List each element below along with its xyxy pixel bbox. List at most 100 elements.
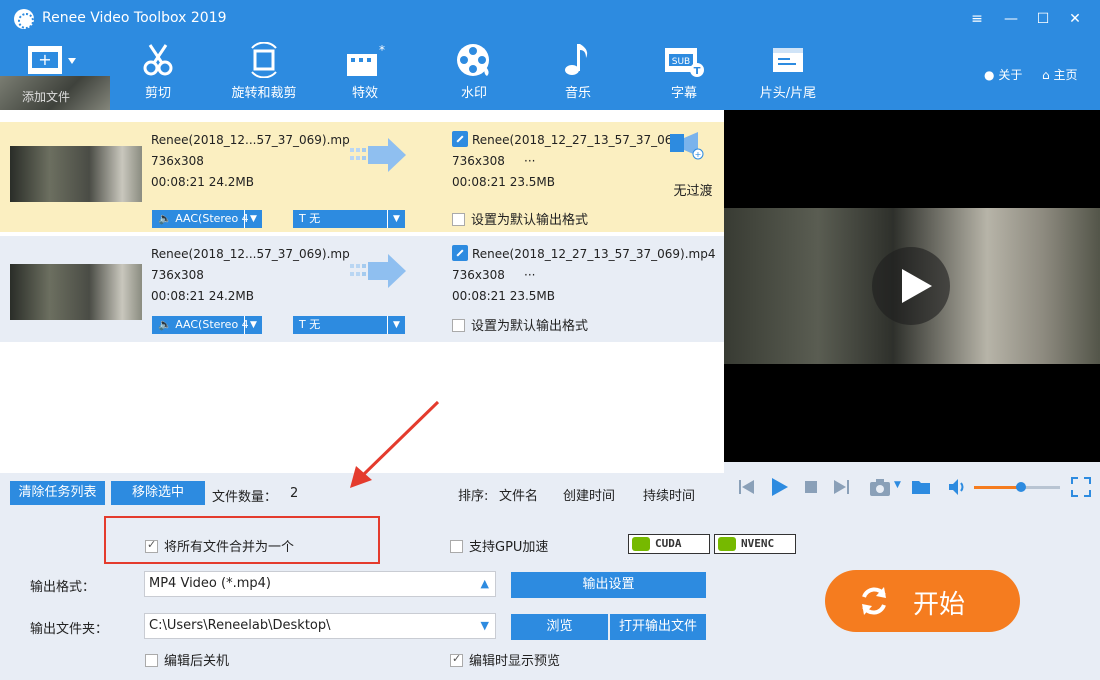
- audio-track-dropdown[interactable]: 🔈 AAC(Stereo 4 ▼: [152, 316, 262, 334]
- subtitle-label: 字幕: [670, 86, 697, 101]
- output-more[interactable]: ···: [524, 268, 535, 282]
- watermark-tool[interactable]: 水印: [424, 42, 524, 106]
- intro-outro-tool[interactable]: 片头/片尾: [738, 42, 838, 106]
- cuda-badge: CUDA: [628, 534, 710, 554]
- output-settings-button[interactable]: 输出设置: [511, 572, 706, 598]
- remove-selected-button[interactable]: 移除选中: [111, 481, 205, 505]
- effects-label: 特效: [351, 86, 378, 101]
- browse-button[interactable]: 浏览: [511, 614, 608, 640]
- add-file-label: 添加文件: [22, 90, 71, 104]
- scissors-icon: [143, 44, 173, 76]
- audio-track-value: AAC(Stereo 4: [175, 212, 249, 225]
- output-duration-size: 00:08:21 23.5MB: [452, 289, 556, 303]
- output-info: Renee(2018_12_27_13_57_37_06 736x308 ···…: [452, 130, 672, 193]
- menu-icon[interactable]: ≡: [966, 8, 988, 30]
- chevron-down-icon: ▼: [387, 316, 405, 334]
- clear-list-button[interactable]: 清除任务列表: [10, 481, 105, 505]
- rotate-crop-tool[interactable]: 旋转和裁剪: [214, 42, 314, 106]
- audio-track-dropdown[interactable]: 🔈 AAC(Stereo 4 ▼: [152, 210, 262, 228]
- music-note-icon: [565, 44, 588, 75]
- video-thumbnail: [10, 146, 142, 202]
- file-row[interactable]: Renee(2018_12...57_37_069).mp 736x308 00…: [0, 236, 724, 342]
- start-button[interactable]: 开始: [825, 570, 1020, 632]
- watermark-label: 水印: [460, 86, 487, 101]
- home-label: 主页: [1053, 68, 1078, 82]
- output-format-value: MP4 Video (*.mp4): [149, 576, 271, 591]
- sort-by-created[interactable]: 创建时间: [563, 485, 615, 504]
- output-filename: Renee(2018_12_27_13_57_37_069).mp4: [472, 247, 716, 261]
- effects-tool[interactable]: * 特效: [315, 42, 415, 106]
- text-icon: T: [299, 212, 306, 225]
- home-icon: ⌂: [1042, 68, 1050, 82]
- output-format-label: 输出格式：: [30, 580, 96, 595]
- checkbox-icon: [452, 213, 465, 226]
- checkbox-icon: [450, 540, 463, 553]
- cut-label: 剪切: [144, 86, 171, 101]
- edit-output-icon[interactable]: [452, 131, 468, 147]
- chevron-down-icon: ▼: [244, 316, 262, 334]
- convert-arrow-icon: [350, 254, 406, 288]
- open-output-folder-button[interactable]: 打开输出文件: [610, 614, 706, 640]
- player-controls: ▼: [724, 462, 1100, 514]
- default-format-label: 设置为默认输出格式: [471, 319, 589, 334]
- next-icon[interactable]: [830, 476, 852, 498]
- minimize-button[interactable]: —: [1000, 8, 1022, 30]
- music-tool[interactable]: 音乐: [528, 42, 628, 106]
- output-format-select[interactable]: MP4 Video (*.mp4) ▲: [144, 571, 496, 597]
- sort-by-duration[interactable]: 持续时间: [643, 485, 695, 504]
- sort-by-name[interactable]: 文件名: [499, 485, 538, 504]
- folder-icon[interactable]: [910, 476, 932, 498]
- svg-text:+: +: [38, 50, 51, 69]
- sort-label: 排序:: [458, 489, 489, 504]
- show-preview-checkbox[interactable]: 编辑时显示预览: [450, 650, 560, 669]
- output-folder-select[interactable]: C:\Users\Reneelab\Desktop\ ▼: [144, 613, 496, 639]
- cut-tool[interactable]: 剪切: [108, 42, 208, 106]
- stop-icon[interactable]: [800, 476, 822, 498]
- play-icon[interactable]: [768, 476, 790, 498]
- highlight-box: [104, 516, 380, 564]
- transition-label: 无过渡: [673, 184, 713, 199]
- transition-icon[interactable]: +: [670, 130, 706, 160]
- chevron-down-icon[interactable]: ▼: [894, 480, 901, 490]
- previous-icon[interactable]: [736, 476, 758, 498]
- volume-slider[interactable]: [974, 482, 1060, 492]
- audio-icon: 🔈: [158, 212, 172, 225]
- svg-text:T: T: [694, 66, 701, 77]
- nvenc-label: NVENC: [741, 537, 775, 550]
- default-format-checkbox[interactable]: 设置为默认输出格式: [452, 209, 588, 228]
- effects-icon: *: [347, 43, 385, 76]
- subtitle-dropdown[interactable]: T 无 ▼: [293, 316, 405, 334]
- output-more[interactable]: ···: [524, 154, 535, 168]
- video-thumbnail: [10, 264, 142, 320]
- subtitle-tool[interactable]: SUB T 字幕: [634, 42, 734, 106]
- default-format-label: 设置为默认输出格式: [471, 213, 589, 228]
- fullscreen-icon[interactable]: [1070, 476, 1092, 498]
- convert-arrow-icon: [350, 138, 406, 172]
- source-resolution: 736x308: [151, 154, 204, 168]
- start-label: 开始: [913, 590, 966, 620]
- subtitle-dropdown[interactable]: T 无 ▼: [293, 210, 405, 228]
- home-button[interactable]: ⌂ 主页: [1042, 66, 1077, 83]
- source-filename: Renee(2018_12...57_37_069).mp: [151, 247, 350, 261]
- file-list: Renee(2018_12...57_37_069).mp 736x308 00…: [0, 110, 724, 473]
- maximize-button[interactable]: ☐: [1032, 8, 1054, 30]
- volume-icon[interactable]: [946, 476, 968, 498]
- nvidia-logo-icon: [632, 537, 650, 551]
- close-button[interactable]: ✕: [1064, 8, 1086, 30]
- gpu-accel-checkbox[interactable]: 支持GPU加速: [450, 536, 548, 555]
- cuda-label: CUDA: [655, 537, 682, 550]
- file-row[interactable]: Renee(2018_12...57_37_069).mp 736x308 00…: [0, 122, 724, 232]
- nvidia-logo-icon: [718, 537, 736, 551]
- about-button[interactable]: ● 关于: [984, 66, 1022, 83]
- default-format-checkbox[interactable]: 设置为默认输出格式: [452, 315, 588, 334]
- file-count-label: 文件数量：: [212, 490, 278, 505]
- shutdown-after-checkbox[interactable]: 编辑后关机: [145, 650, 229, 669]
- volume-knob[interactable]: [1016, 482, 1027, 492]
- edit-output-icon[interactable]: [452, 245, 468, 261]
- subtitle-icon: SUB T: [665, 48, 704, 77]
- volume-fill: [974, 486, 1022, 489]
- camera-icon[interactable]: [868, 476, 894, 498]
- play-overlay-button[interactable]: [872, 247, 950, 325]
- source-filename: Renee(2018_12...57_37_069).mp: [151, 133, 350, 147]
- output-folder-value: C:\Users\Reneelab\Desktop\: [149, 618, 331, 633]
